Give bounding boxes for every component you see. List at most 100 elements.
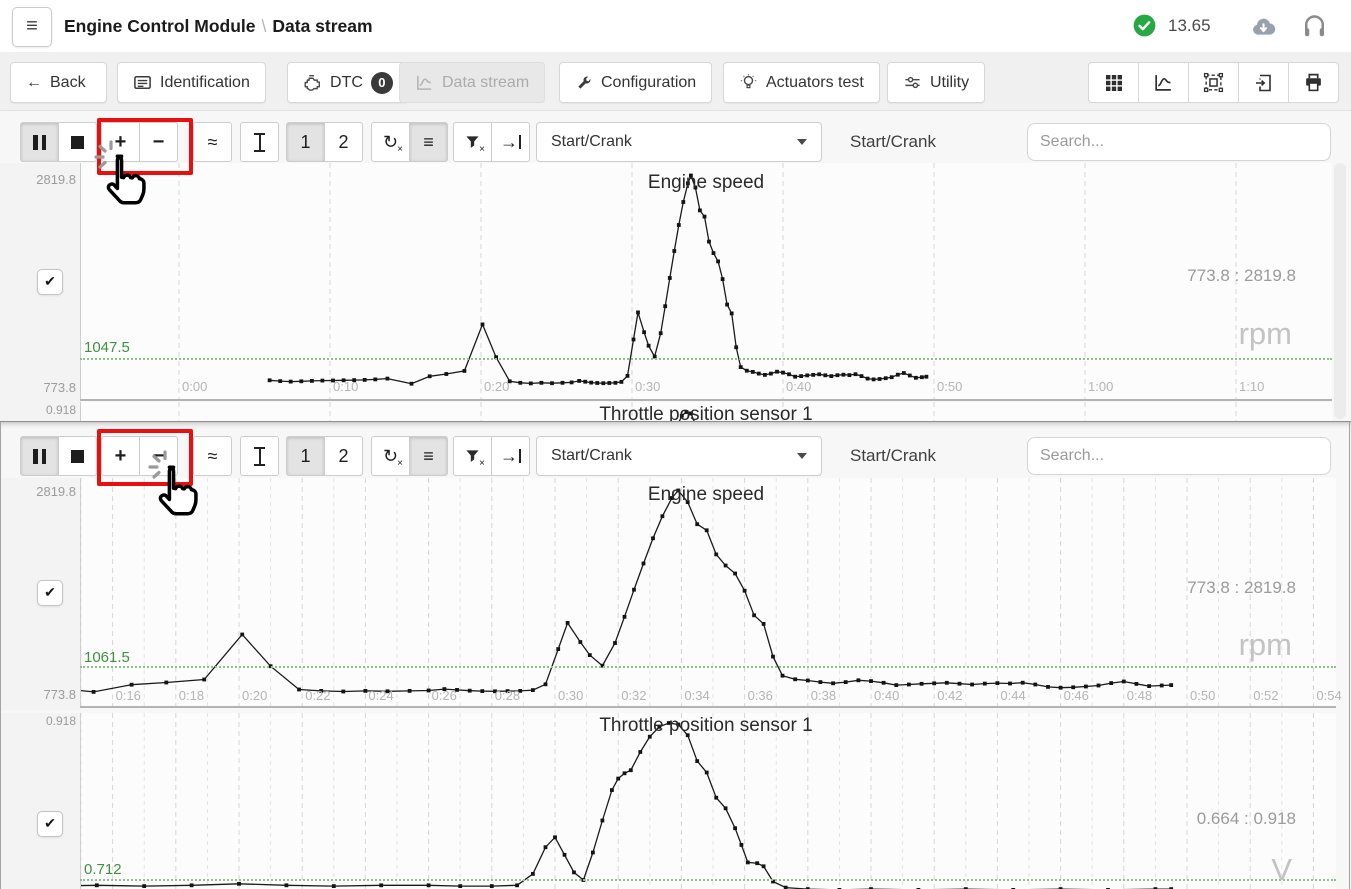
hamburger-menu-button[interactable]: ≡ [12,7,52,47]
grid-view-button[interactable] [1088,62,1139,103]
preset-select-value: Start/Crank [551,447,632,465]
filter-x-sub: × [479,459,485,469]
battery-voltage: 13.65 V [1168,0,1211,52]
cursor-value-label: 1061.5 [84,649,130,666]
x-tick-label: 0:50 [1190,688,1215,703]
x-tick-label: 0:32 [621,688,646,703]
vertical-scrollbar[interactable] [1334,163,1346,419]
preset-select[interactable]: Start/Crank [536,436,822,476]
voltage-value: 13.65 [1168,16,1211,35]
page-2-button[interactable]: 2 [324,436,363,476]
search-input[interactable] [1027,123,1331,161]
bulb-icon [739,73,758,92]
y-max-label: 0.918 [0,403,76,417]
hamburger-icon: ≡ [26,15,38,37]
screenshot-after-panel: + − ≈ 1 2 ↻× ≡ × → Start/Crank Start/Cra… [0,421,1351,889]
print-button[interactable] [1288,62,1339,103]
back-button[interactable]: ← Back [10,62,107,103]
select-area-button[interactable] [1188,62,1239,103]
chart-line-icon [1153,72,1174,93]
reset-x-sub: × [397,145,403,155]
unit-label: rpm [880,316,1292,352]
x-tick-label: 0:44 [1000,688,1025,703]
clear-filter-button[interactable]: × [453,436,492,476]
back-arrow-icon: ← [26,74,42,92]
list-view-button[interactable]: ≡ [409,122,448,162]
filter-icon [465,449,480,463]
chart-title: Engine speed [80,172,1332,194]
export-file-icon [1254,73,1274,93]
group-label: Start/Crank [850,436,936,476]
fit-vertical-button[interactable] [240,436,279,476]
tab-dtc[interactable]: DTC0 [287,62,409,103]
fit-vertical-button[interactable] [240,122,279,162]
reset-zoom-button[interactable]: ↻× [371,436,410,476]
cloud-download-icon[interactable] [1250,15,1277,38]
y-max-label: 2819.8 [0,172,76,187]
cursor-value-line [80,358,1332,360]
tab-actuators-test[interactable]: Actuators test [723,62,880,103]
fit-vertical-icon [254,133,265,152]
printer-icon [1303,72,1324,93]
unit-label: V [880,852,1292,888]
range-label: 773.8 : 2819.8 [880,578,1296,598]
page-1-button[interactable]: 1 [286,122,325,162]
pause-button[interactable] [20,436,59,476]
search-input[interactable] [1027,437,1331,475]
export-report-button[interactable] [1238,62,1289,103]
back-label: Back [50,74,86,92]
hand-cursor-icon [150,464,200,522]
tab-utility-label: Utility [930,74,969,92]
arrow-to-bar-icon: → [500,132,521,153]
chart-title: Engine speed [80,484,1332,506]
clear-filter-button[interactable]: × [453,122,492,162]
filter-x-sub: × [479,145,485,155]
reset-zoom-button[interactable]: ↻× [371,122,410,162]
go-to-end-button[interactable]: → [491,122,530,162]
window-edge [0,422,1,889]
pause-icon [33,449,46,464]
range-label: 0.664 : 0.918 [880,809,1296,829]
headphones-icon[interactable] [1302,11,1327,39]
status-ok-icon [1133,14,1156,37]
window-edge [1349,422,1350,889]
pause-button[interactable] [20,122,59,162]
preset-select-value: Start/Crank [551,133,632,151]
cursor-value-line [80,666,1336,668]
series-visible-checkbox[interactable]: ✔ [37,811,63,837]
stop-button[interactable] [58,436,97,476]
go-to-end-button[interactable]: → [491,436,530,476]
y-max-label: 0.918 [0,714,76,728]
tab-data-stream: Data stream [399,62,545,103]
series-visible-checkbox[interactable]: ✔ [37,269,63,295]
tab-data-stream-label: Data stream [442,74,529,92]
x-tick-label: 0:00 [182,379,207,394]
page-1-button[interactable]: 1 [286,436,325,476]
tab-configuration[interactable]: Configuration [559,62,712,103]
chart-title: Throttle position sensor 1 [80,404,1332,421]
x-tick-label: 0:38 [811,688,836,703]
tab-utility[interactable]: Utility [887,62,985,103]
tab-actuators-test-label: Actuators test [766,74,864,92]
page-2-button[interactable]: 2 [324,122,363,162]
tab-dtc-label: DTC [330,74,363,92]
stop-icon [71,450,84,463]
preset-select[interactable]: Start/Crank [536,122,822,162]
configuration-icon [575,74,593,92]
breadcrumb: Engine Control Module\Data stream [64,0,373,52]
tab-identification[interactable]: Identification [117,62,266,103]
tab-bar: ← Back Identification DTC0 Data stream Co… [0,52,1351,111]
reset-icon: ↻ [383,446,398,467]
x-tick-label: 0:50 [937,379,962,394]
pause-icon [33,135,46,150]
y-max-label: 2819.8 [0,484,76,499]
list-view-button[interactable]: ≡ [409,436,448,476]
tab-identification-label: Identification [160,74,250,92]
smoothing-button[interactable]: ≈ [193,122,232,162]
range-label: 773.8 : 2819.8 [880,266,1296,286]
series-visible-checkbox[interactable]: ✔ [37,580,63,606]
chart-view-button[interactable] [1138,62,1189,103]
x-tick-label: 1:10 [1239,379,1264,394]
stream-toolbar: + − ≈ 1 2 ↻× ≡ × → Start/Crank Start/Cra… [0,122,1351,164]
hand-cursor-icon [98,153,148,211]
